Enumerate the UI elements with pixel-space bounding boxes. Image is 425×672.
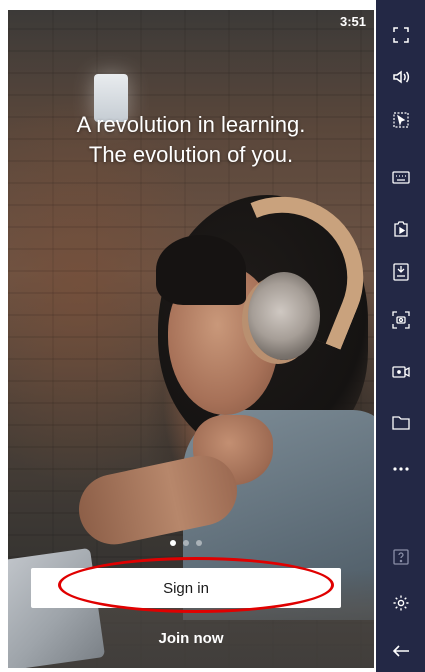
page-indicator [170,540,202,546]
onboarding-headline: A revolution in learning. The evolution … [8,110,374,170]
apk-download-icon[interactable] [376,255,425,289]
sign-in-button[interactable]: Sign in [31,568,341,608]
screen-record-icon[interactable] [376,355,425,389]
status-time: 3:51 [339,14,366,29]
headline-line-2: The evolution of you. [88,142,294,167]
fullscreen-icon[interactable] [376,18,425,52]
help-icon[interactable] [376,540,425,574]
install-apk-icon[interactable] [376,212,425,246]
app-frame: 3:51 A revolution in learning. The evolu… [0,0,425,672]
headphones-earcup [248,272,320,360]
screenshot-icon[interactable] [376,303,425,337]
page-dot[interactable] [183,540,189,546]
pointer-select-icon[interactable] [376,103,425,137]
more-icon[interactable] [376,452,425,486]
join-now-link[interactable]: Join now [8,630,374,647]
settings-icon[interactable] [376,586,425,620]
back-arrow-icon[interactable] [376,634,425,668]
folder-icon[interactable] [376,405,425,439]
phone-screen: 3:51 A revolution in learning. The evolu… [8,10,374,668]
emulator-sidebar [376,0,425,672]
volume-icon[interactable] [376,60,425,94]
keyboard-icon[interactable] [376,160,425,194]
page-dot[interactable] [196,540,202,546]
page-dot-active[interactable] [170,540,176,546]
headline-line-1: A revolution in learning. [76,112,306,137]
